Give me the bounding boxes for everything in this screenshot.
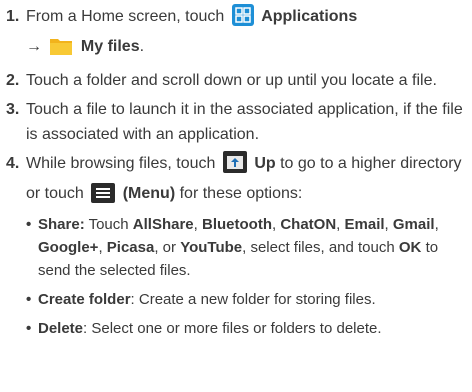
arrow-glyph: → xyxy=(26,38,42,55)
allshare-label: AllShare xyxy=(132,216,194,233)
step-3: 3. Touch a file to launch it in the asso… xyxy=(0,97,468,147)
up-folder-icon xyxy=(222,151,247,181)
menu-icon xyxy=(91,183,116,211)
option-label: Share: xyxy=(38,216,85,233)
step-text: While browsing files, touch xyxy=(26,155,216,172)
step-2: 2. Touch a folder and scroll down or up … xyxy=(0,68,468,93)
my-files-label: My files xyxy=(80,38,140,55)
step-number: 1. xyxy=(6,8,20,25)
option-label: Delete xyxy=(38,320,84,337)
step-text: Touch a file to launch it in the associa… xyxy=(26,101,463,143)
step-1: 1. From a Home screen, touch Application… xyxy=(0,4,468,64)
option-label: Create folder xyxy=(38,291,131,308)
picasa-label: Picasa xyxy=(106,239,155,256)
step-text: From a Home screen, touch xyxy=(26,8,225,25)
list-item-share: • Share: Touch AllShare, Bluetooth, Chat… xyxy=(26,213,468,282)
email-label: Email xyxy=(344,216,385,233)
step-text: Touch a folder and scroll down or up unt… xyxy=(26,72,437,89)
step-number: 2. xyxy=(6,72,20,89)
option-text: Touch xyxy=(88,216,129,233)
bluetooth-label: Bluetooth xyxy=(202,216,272,233)
bullet-dot: • xyxy=(26,216,32,233)
applications-grid-icon xyxy=(231,4,254,34)
step-number: 3. xyxy=(6,101,20,118)
step-4: 4. While browsing files, touch Up to go … xyxy=(0,151,468,340)
list-item-delete: • Delete: Select one or more files or fo… xyxy=(26,317,468,340)
googleplus-label: Google+ xyxy=(38,239,99,256)
step-end-period: . xyxy=(139,38,145,55)
step-text: for these options: xyxy=(179,185,303,202)
gmail-label: Gmail xyxy=(392,216,435,233)
menu-label: (Menu) xyxy=(122,185,176,202)
step-number: 4. xyxy=(6,155,20,172)
instructions: 1. From a Home screen, touch Application… xyxy=(0,4,468,346)
option-text: , or xyxy=(154,239,177,256)
applications-label: Applications xyxy=(261,8,358,25)
option-text: : Select one or more files or folders to… xyxy=(83,320,382,337)
folder-icon xyxy=(49,36,73,64)
options-list: • Share: Touch AllShare, Bluetooth, Chat… xyxy=(26,213,468,340)
youtube-label: YouTube xyxy=(180,239,243,256)
bullet-dot: • xyxy=(26,291,32,308)
option-text: : Create a new folder for storing files. xyxy=(130,291,376,308)
ok-label: OK xyxy=(398,239,422,256)
chaton-label: ChatON xyxy=(280,216,337,233)
bullet-dot: • xyxy=(26,320,32,337)
list-item-create-folder: • Create folder: Create a new folder for… xyxy=(26,288,468,311)
option-text: , select files, and touch xyxy=(242,239,395,256)
up-label: Up xyxy=(254,155,276,172)
